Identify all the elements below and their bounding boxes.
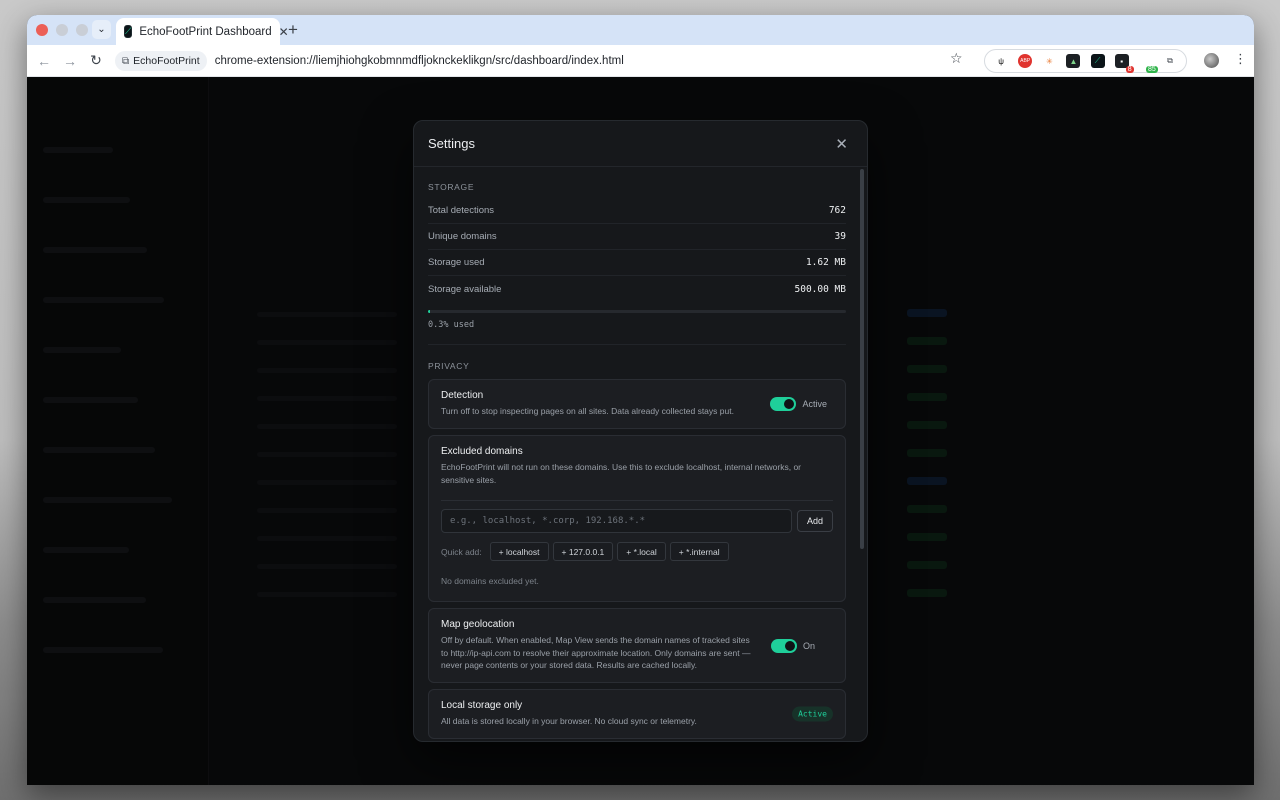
geolocation-toggle-label: On — [802, 640, 815, 651]
modal-header: Settings ✕ — [414, 121, 867, 167]
fork-knife-extension-icon[interactable]: ψ — [994, 54, 1009, 68]
exclude-input-row: Add — [441, 509, 833, 533]
geolocation-toggle[interactable] — [770, 638, 797, 653]
bookmark-star-icon[interactable]: ☆ — [950, 50, 963, 67]
detection-toggle-label: Active — [802, 399, 827, 409]
storage-progress-bar — [428, 310, 846, 313]
stat-label: Unique domains — [428, 231, 497, 242]
puzzle-extension-icon[interactable]: ⧉ — [1162, 54, 1177, 68]
green-badge-extension-icon[interactable]: 85 — [1138, 54, 1158, 73]
extension-badge: 8 — [1125, 66, 1134, 73]
privacy-section-label: PRIVACY — [428, 361, 470, 371]
local-storage-active-badge: Active — [792, 706, 833, 722]
reload-icon[interactable]: ↻ — [83, 52, 109, 69]
chevron-down-icon: ⌄ — [97, 24, 106, 35]
excluded-empty-note: No domains excluded yet. — [441, 576, 539, 586]
detection-toggle[interactable] — [770, 397, 797, 411]
tab-title: EchoFootPrint Dashboard — [139, 25, 272, 38]
puzzle-icon: ⧉ — [122, 55, 130, 67]
minimize-window-button[interactable] — [56, 24, 68, 36]
forward-arrow-icon[interactable]: → — [57, 53, 83, 69]
detection-toggle-group: Active — [770, 397, 827, 411]
url-text[interactable]: chrome-extension://liemjhiohgkobmnmdfljo… — [215, 55, 624, 67]
detection-card: Detection Turn off to stop inspecting pa… — [428, 379, 846, 429]
stat-value: 500.00 MB — [794, 283, 846, 295]
adblock-extension-icon[interactable]: ABP — [1018, 54, 1033, 68]
quick-add-internal[interactable]: + *.internal — [669, 542, 729, 561]
local-storage-card: Local storage only All data is stored lo… — [428, 689, 846, 739]
quick-add-127-0-0-1[interactable]: + 127.0.0.1 — [552, 542, 614, 561]
browser-toolbar: ← → ↻ ⧉ EchoFootPrint chrome-extension:/… — [27, 45, 1254, 77]
extensions-area: ψ ABP ✳ ▲ ⟋ ▪ 8 85 ⧉ — [984, 49, 1187, 73]
local-storage-desc: All data is stored locally in your brows… — [441, 716, 697, 726]
modal-title: Settings — [428, 136, 475, 151]
storage-section-label: STORAGE — [428, 182, 475, 192]
local-storage-title: Local storage only — [441, 700, 523, 711]
profile-avatar[interactable] — [1204, 53, 1219, 68]
quick-add-local[interactable]: + *.local — [617, 542, 666, 561]
stat-value: 1.62 MB — [805, 257, 846, 268]
storage-used-label: 0.3% used — [428, 320, 846, 345]
stat-value: 762 — [828, 205, 846, 216]
close-window-button[interactable] — [36, 24, 48, 36]
stat-row-storage-used: Storage used 1.62 MB — [428, 250, 846, 276]
maximize-window-button[interactable] — [76, 24, 88, 36]
excluded-domains-desc: EchoFootPrint will not run on these doma… — [441, 462, 802, 485]
window-controls — [36, 24, 88, 36]
stat-label: Storage available — [428, 283, 502, 295]
close-icon[interactable]: ✕ — [835, 135, 848, 153]
storage-progress-fill — [428, 310, 430, 313]
tab-echofootprint-dashboard[interactable]: ⟋ EchoFootPrint Dashboard ✕ — [116, 18, 289, 45]
exclude-domain-input[interactable] — [441, 509, 792, 533]
tab-strip: ⌄ ⟋ EchoFootPrint Dashboard ✕ + — [27, 15, 1254, 45]
new-tab-button[interactable]: + — [288, 20, 298, 40]
geo-toggle-group: On — [770, 638, 815, 653]
map-geolocation-title: Map geolocation — [441, 619, 515, 630]
browser-window: ⌄ ⟋ EchoFootPrint Dashboard ✕ + ← → ↻ ⧉ … — [27, 15, 1254, 785]
stat-value: 39 — [834, 231, 846, 242]
stat-label: Total detections — [428, 205, 495, 216]
stat-label: Storage used — [428, 257, 485, 268]
excluded-domains-card: Excluded domains EchoFootPrint will not … — [428, 435, 846, 602]
tab-search-button[interactable]: ⌄ — [92, 20, 111, 39]
add-domain-button[interactable]: Add — [796, 510, 833, 532]
echofootprint-favicon-icon: ⟋ — [124, 25, 133, 38]
excluded-domains-title: Excluded domains — [441, 446, 523, 457]
counter-extension-icon[interactable]: ▪ 8 — [1114, 54, 1134, 73]
quick-add-label: Quick add: — [441, 546, 482, 557]
quick-add-row: Quick add: + localhost + 127.0.0.1 + *.l… — [441, 542, 833, 561]
site-chip-label: EchoFootPrint — [133, 55, 200, 67]
stat-row-storage-available: Storage available 500.00 MB — [428, 276, 846, 302]
modal-body: STORAGE Total detections 762 Unique doma… — [414, 168, 867, 741]
extension-badge: 85 — [1146, 66, 1158, 73]
settings-modal: Settings ✕ STORAGE Total detections 762 … — [413, 120, 868, 742]
map-geolocation-card: Map geolocation Off by default. When ena… — [428, 608, 846, 683]
sun-extension-icon[interactable]: ✳ — [1042, 54, 1057, 68]
dark-app-extension-icon[interactable]: ▲ — [1066, 54, 1081, 68]
stat-row-total-detections: Total detections 762 — [428, 198, 846, 224]
echofootprint-extension-icon[interactable]: ⟋ — [1090, 54, 1105, 68]
divider — [441, 500, 833, 501]
address-bar[interactable]: ⧉ EchoFootPrint chrome-extension://liemj… — [115, 49, 972, 73]
more-menu-icon[interactable]: ⋮ — [1234, 51, 1247, 67]
stat-row-unique-domains: Unique domains 39 — [428, 224, 846, 250]
back-arrow-icon[interactable]: ← — [31, 53, 57, 69]
site-info-chip[interactable]: ⧉ EchoFootPrint — [115, 51, 207, 71]
quick-add-localhost[interactable]: + localhost — [489, 542, 549, 561]
